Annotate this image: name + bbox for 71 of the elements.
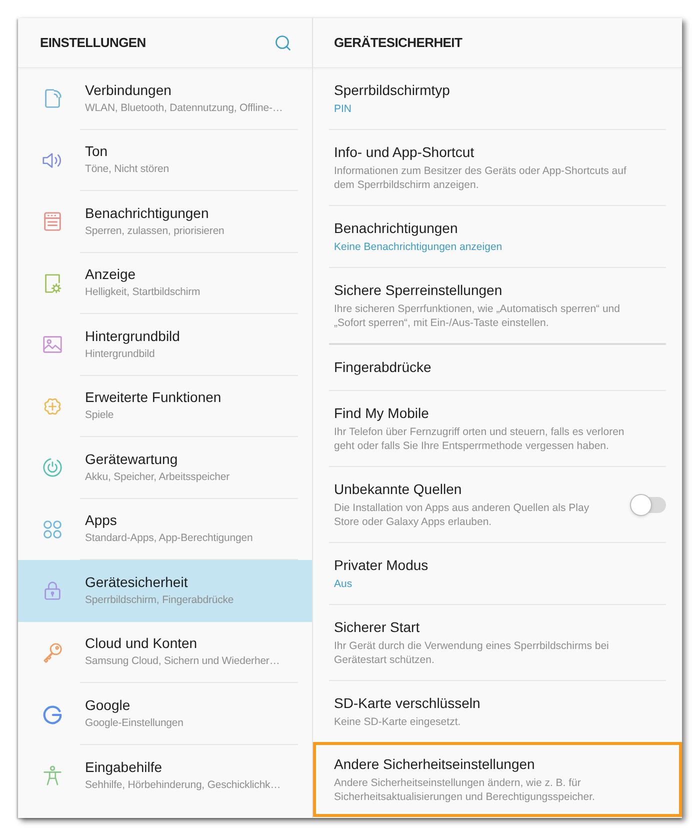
toggle-switch[interactable] [632,496,666,512]
setting-value: Aus [334,577,354,591]
settings-item[interactable]: Sichere Sperreinstellungen Ihre sicheren Sperrfunktionen, wie „Automatisch sperren“ und „Sofort sperren“, mit Ein-/Aus-Taste einstellen. [313,268,682,343]
menu-item-subtitle: Sperren, zulassen, priorisieren [85,224,226,239]
settings-item[interactable]: Andere Sicherheitseinstellungen Andere Sicherheitseinstellungen ändern, wie z. B. für Sicherheitsaktualisierungen und Berechtigungsspeicher. [313,742,682,817]
menu-item-title: Google [85,696,132,715]
setting-title: Privater Modus [334,556,430,575]
search-icon[interactable] [274,34,292,52]
setting-title: Info- und App-Shortcut [334,143,476,162]
panel-title: GERÄTESICHERHEIT [334,34,462,52]
setting-value: Keine Benachrichtigungen anzeigen [334,240,504,254]
menu-item[interactable]: Erweiterte Funktionen Spiele [18,376,312,437]
menu-item-title: Eingabehilfe [85,758,164,777]
menu-item[interactable]: Eingabehilfe Sehhilfe, Hörbehinderung, Geschicklichk… [18,744,312,806]
menu-item[interactable]: Benachrichtigungen Sperren, zulassen, priorisieren [18,191,312,252]
setting-description: Ihre sicheren Sperrfunktionen, wie „Automatisch sperren“ und „Sofort sperren“, mit Ein-/Aus-Taste einstellen. [334,302,621,330]
menu-item[interactable]: Gerätesicherheit Sperrbildschirm, Fingerabdrücke [18,560,312,622]
menu-item-title: Ton [85,142,109,162]
menu-item[interactable]: Hintergrundbild Hintergrundbild [18,314,312,376]
setting-description: Ihr Gerät durch die Verwendung eines Sperrbildschirms bei Gerätestart schützen. [334,639,610,667]
settings-item[interactable]: Benachrichtigungen Keine Benachrichtigungen anzeigen [313,206,682,268]
settings-item[interactable]: Privater Modus Aus [313,543,682,605]
setting-title: Sicherer Start [334,618,421,637]
menu-item-subtitle: Spiele [85,408,115,424]
setting-title: Sichere Sperreinstellungen [334,281,504,300]
menu-item-subtitle: Helligkeit, Startbildschirm [85,285,202,300]
menu-item-subtitle: Google-Einstellungen [85,716,184,731]
settings-item[interactable]: Sperrbildschirmtyp PIN [313,68,682,130]
menu-item-title: Erweiterte Funktionen [85,388,222,408]
menu-item-subtitle: Akku, Speicher, Arbeitsspeicher [85,470,231,485]
menu-item-subtitle: Sperrbildschirm, Fingerabdrücke [85,593,235,608]
menu-item-title: Gerätewartung [85,450,179,469]
menu-item[interactable]: Ton Töne, Nicht stören [18,130,312,191]
menu-item[interactable]: Google Google-Einstellungen [18,683,312,744]
settings-item[interactable]: Info- und App-Shortcut Informationen zum Besitzer des Geräts oder App-Shortcuts auf dem Sperrbildschirm anzeigen. [313,130,682,206]
menu-item-title: Gerätesicherheit [85,573,189,592]
menu-item-subtitle: Hintergrundbild [85,346,156,362]
setting-description: Ihr Telefon über Fernzugriff orten und steuern, falls es verloren geht oder falls Sie Ihre Entsperrmethode vergessen haben. [334,425,626,453]
menu-item-title: Benachrichtigungen [85,204,210,223]
menu-item[interactable]: Cloud und Konten Samsung Cloud, Sichern und Wiederher… [18,622,312,683]
menu-item[interactable]: Verbindungen WLAN, Bluetooth, Datennutzung, Offline-… [18,68,312,130]
menu-item-subtitle: Sehhilfe, Hörbehinderung, Geschicklichk… [85,778,282,793]
setting-description: Keine SD-Karte eingesetzt. [334,715,462,729]
menu-item[interactable]: Gerätewartung Akku, Speicher, Arbeitsspeicher [18,437,312,498]
menu-item-title: Anzeige [85,265,137,284]
setting-title: Andere Sicherheitseinstellungen [334,755,536,774]
setting-title: Sperrbildschirmtyp [334,81,451,100]
menu-item-title: Verbindungen [85,80,172,100]
settings-item[interactable]: Find My Mobile Ihr Telefon über Fernzugriff orten und steuern, falls es verloren geht oder falls Sie Ihre Entsperrmethode vergessen haben. [313,391,682,467]
settings-item[interactable]: Sicherer Start Ihr Gerät durch die Verwendung eines Sperrbildschirms bei Gerätestart schützen. [313,605,682,681]
setting-title: Fingerabdrücke [334,358,432,377]
menu-item-subtitle: Töne, Nicht stören [85,162,170,178]
menu-item-subtitle: Standard-Apps, App-Berechtigungen [85,531,254,546]
setting-title: SD-Karte verschlüsseln [334,694,482,713]
setting-value: PIN [334,102,353,116]
panel-title: EINSTELLUNGEN [40,34,146,52]
setting-description: Andere Sicherheitseinstellungen ändern, wie z. B. für Sicherheitsaktualisierungen und Berechtigungsspeicher. [334,776,596,804]
setting-title: Unbekannte Quellen [334,480,463,499]
menu-item-subtitle: WLAN, Bluetooth, Datennutzung, Offline-… [85,100,284,116]
setting-description: Informationen zum Besitzer des Geräts oder App-Shortcuts auf dem Sperrbildschirm anzeigen. [334,164,628,192]
settings-item[interactable]: Fingerabdrücke [313,345,682,391]
setting-title: Find My Mobile [334,404,430,423]
setting-description: Die Installation von Apps aus anderen Quellen als Play Store oder Galaxy Apps erlauben. [334,501,590,529]
menu-item[interactable]: Anzeige Helligkeit, Startbildschirm [18,252,312,314]
settings-item[interactable]: Unbekannte Quellen Die Installation von Apps aus anderen Quellen als Play Store oder Galaxy Apps erlauben. [313,467,682,543]
setting-title: Benachrichtigungen [334,219,459,238]
settings-item[interactable]: SD-Karte verschlüsseln Keine SD-Karte eingesetzt. [313,681,682,742]
menu-item-title: Cloud und Konten [85,634,198,654]
menu-item-title: Hintergrundbild [85,326,181,346]
menu-item-title: Apps [85,511,118,530]
menu-item-subtitle: Samsung Cloud, Sichern und Wiederher… [85,654,281,670]
